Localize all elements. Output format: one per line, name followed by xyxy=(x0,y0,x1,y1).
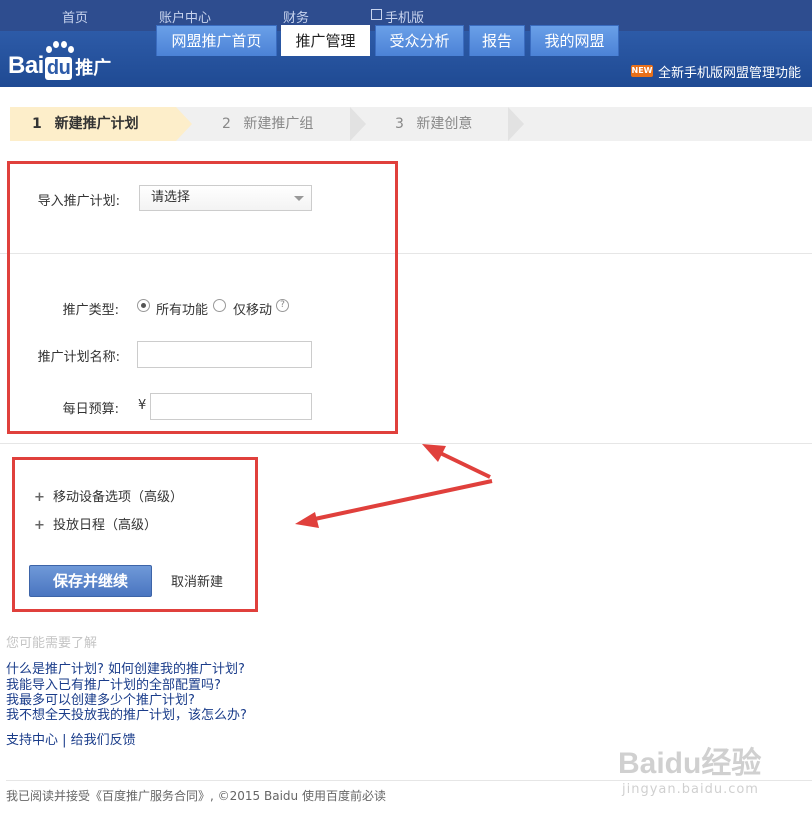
arrow-head xyxy=(295,512,319,528)
watermark-main: Baidu经验 xyxy=(618,747,762,780)
watermark-sub: jingyan.baidu.com xyxy=(622,782,759,797)
arrow-line xyxy=(435,449,491,479)
faq-title: 您可能需要了解 xyxy=(6,636,98,651)
support-links[interactable]: 支持中心 | 给我们反馈 xyxy=(6,729,136,748)
footer-text: 我已阅读并接受《百度推广服务合同》, ©2015 Baidu 使用百度前必读 xyxy=(6,789,386,803)
watermark: Baidu经验 jingyan.baidu.com xyxy=(618,738,761,797)
arrow-head xyxy=(422,444,446,462)
faq-link[interactable]: 我不想全天投放我的推广计划，该怎么办? xyxy=(6,704,247,723)
arrow-line xyxy=(309,479,493,522)
